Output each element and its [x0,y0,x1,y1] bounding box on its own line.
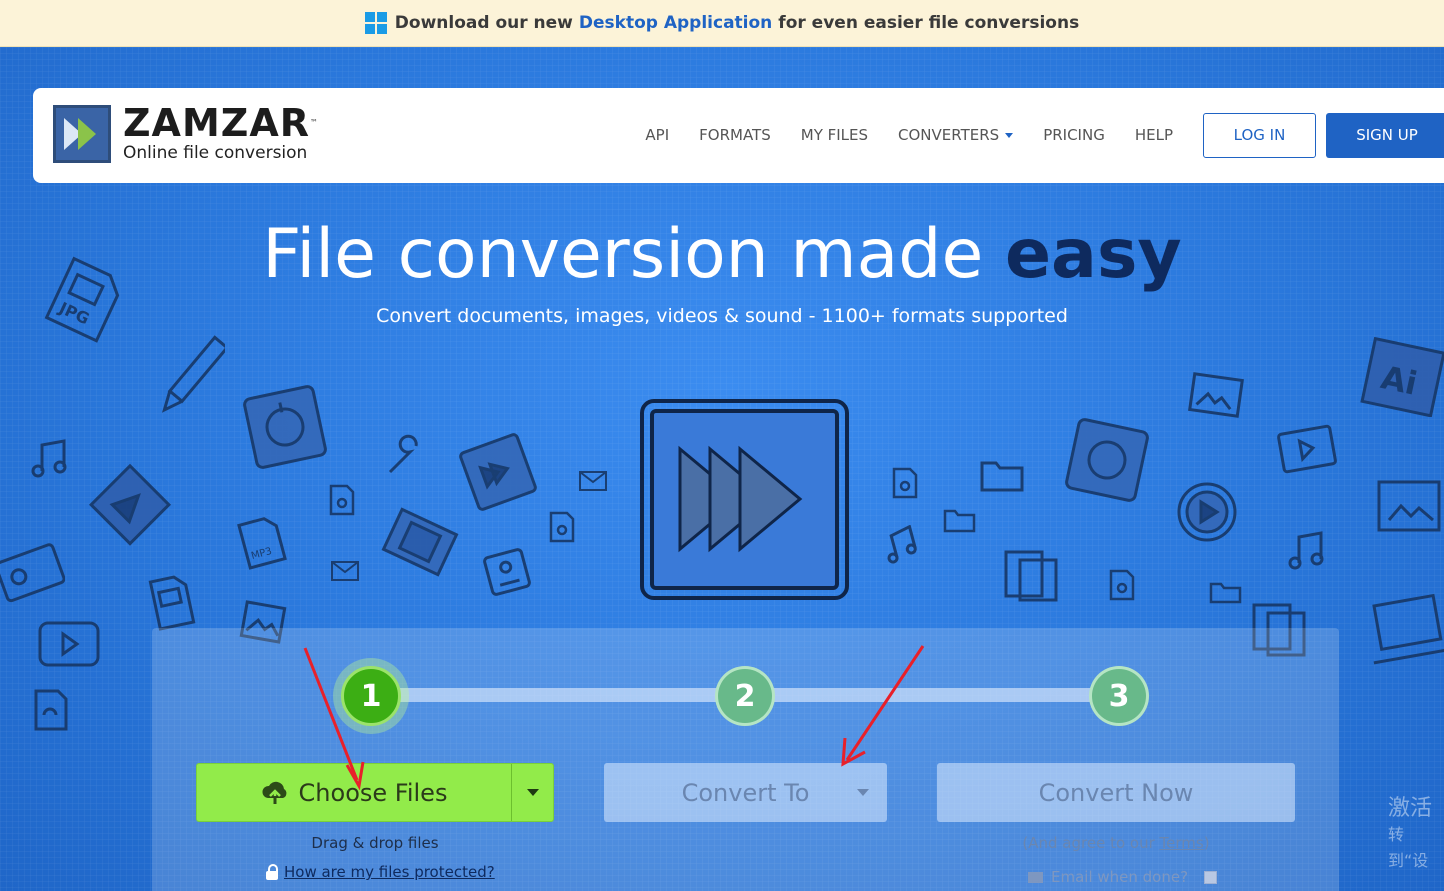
email-when-done-row: Email when done? [1028,868,1218,886]
clipboard-icon [1004,550,1058,602]
music-note-icon-2 [887,525,917,564]
email-when-done-checkbox[interactable] [1204,870,1218,884]
wrench-icon [388,434,418,474]
sound-file-icon-5 [1109,569,1135,601]
play-video-icon [38,621,100,667]
zamzar-logo-icon [53,105,111,163]
step-1-badge: 1 [341,666,401,726]
page-title: File conversion made easy [262,215,1182,294]
nav-link-converters[interactable]: CONVERTERS [898,126,1014,144]
zamzar-hero-icon [640,399,849,600]
email-when-done-label: Email when done? [1051,868,1189,886]
step-2-badge: 2 [715,666,775,726]
windows-activation-watermark: 激活 转到“设 [1388,796,1433,870]
music-note-icon-3 [1288,531,1324,570]
convert-now-button[interactable]: Convert Now [937,763,1295,822]
lock-icon [266,863,278,880]
desktop-app-link[interactable]: Desktop Application [579,13,772,33]
nav-link-converters-label: CONVERTERS [898,126,1000,144]
tape-icon [0,543,65,603]
folder-icon-3 [1209,582,1242,604]
promo-prefix: Download our new [394,13,573,33]
caret-down-icon [527,789,539,796]
nav-link-pricing[interactable]: PRICING [1043,126,1105,144]
nav-links: API FORMATS MY FILES CONVERTERS PRICING … [615,112,1444,158]
picture-stack-icon [1188,372,1244,418]
convert-to-select[interactable]: Convert To [604,763,887,822]
mp3-file-icon: MP3 [237,517,287,570]
upload-cloud-icon [262,781,286,804]
video-file-icon [148,575,196,631]
convert-to-label: Convert To [681,778,810,807]
folder-icon [980,461,1024,492]
sound-file-icon-3 [549,511,575,543]
choose-files-dropdown[interactable] [512,764,554,821]
envelope-deco-icon [579,471,607,491]
step-3-badge: 3 [1089,666,1149,726]
choose-files-button[interactable]: Choose Files [196,763,554,822]
contact-file-icon [483,548,531,596]
signup-button[interactable]: SIGN UP [1326,112,1444,158]
envelope-deco-icon-2 [331,561,359,581]
zamzar-logo[interactable]: ZAMZAR™ Online file conversion [53,104,319,164]
top-navbar: ZAMZAR™ Online file conversion API FORMA… [33,88,1444,183]
files-protected-row: How are my files protected? [266,863,495,881]
login-button[interactable]: LOG IN [1203,112,1316,158]
play-circle-icon [1177,482,1237,542]
drag-drop-hint: Drag & drop files [311,834,439,852]
ai-file-icon: Ai [1360,337,1444,417]
refresh-file-icon [243,385,327,469]
page-subtitle: Convert documents, images, videos & soun… [376,305,1068,327]
film-play-icon [1277,424,1337,474]
files-protected-link[interactable]: How are my files protected? [284,863,495,881]
promo-suffix: for even easier file conversions [778,13,1080,33]
convert-now-label: Convert Now [1038,778,1194,807]
envelope-icon [1028,871,1043,883]
film-strip-icon [381,507,459,577]
chevron-down-icon [1005,133,1014,138]
nav-link-api[interactable]: API [645,126,669,144]
svg-text:MP3: MP3 [250,546,273,562]
music-note-icon [31,439,67,478]
sound-file-icon-4 [892,467,918,499]
image-frame-icon [1377,480,1441,532]
play-triangle-icon [88,463,172,546]
pencil-icon [161,335,225,413]
choose-files-label: Choose Files [298,778,448,807]
media-file-icon [459,433,537,511]
sound-file-icon [34,689,68,731]
terms-notice: (And agree to our Terms) [1022,834,1210,852]
folder-icon-2 [943,509,976,533]
laptop-icon [1372,593,1444,665]
nav-link-help[interactable]: HELP [1135,126,1173,144]
caret-down-icon [857,789,869,796]
terms-link[interactable]: Terms [1160,834,1204,852]
sound-file-icon-2 [329,484,355,516]
logo-tagline: Online file conversion [123,143,308,163]
windows-icon [364,12,387,34]
promo-banner: Download our new Desktop Application for… [0,0,1444,47]
logo-name: ZAMZAR™ [123,101,320,145]
nav-link-my-files[interactable]: MY FILES [801,126,868,144]
refresh-file-icon-2 [1065,418,1149,502]
nav-link-formats[interactable]: FORMATS [699,126,771,144]
